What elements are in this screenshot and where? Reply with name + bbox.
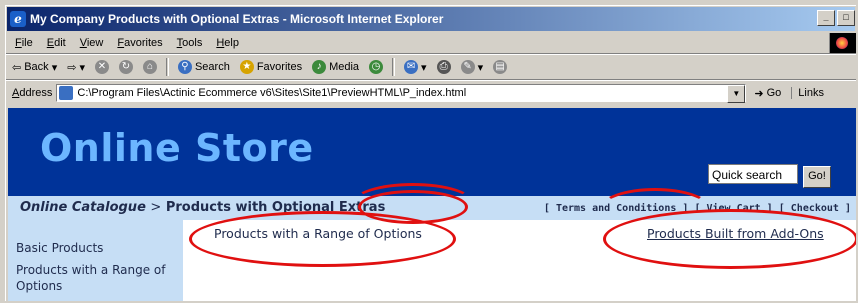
sidebar-item-range-of-options[interactable]: Products with a Range of Options (16, 262, 176, 294)
home-button[interactable]: ⌂ (139, 60, 161, 74)
menu-edit[interactable]: Edit (40, 37, 73, 49)
store-title: Online Store (40, 126, 314, 170)
separator (6, 79, 856, 81)
top-links: [ Terms and Conditions ] [ View Cart ] [… (544, 203, 851, 214)
menu-view[interactable]: View (73, 37, 111, 49)
menu-favorites[interactable]: Favorites (110, 37, 169, 49)
chevron-down-icon: ▾ (51, 61, 58, 74)
breadcrumb-bar: Online Catalogue > Products with Optiona… (8, 196, 856, 220)
toolbar: ⇦ Back ▾ ⇨ ▾ ✕ ↻ ⌂ ⚲ Search ★ Favorites … (8, 56, 511, 78)
menu-tools[interactable]: Tools (170, 37, 210, 49)
stop-button[interactable]: ✕ (91, 60, 113, 74)
address-bar: Address C:\Program Files\Actinic Ecommer… (8, 82, 856, 104)
home-icon: ⌂ (142, 60, 157, 74)
address-dropdown-button[interactable]: ▼ (727, 85, 746, 103)
window-controls: _ □ (817, 10, 855, 26)
edit-button[interactable]: ✎ ▾ (457, 60, 488, 74)
discuss-button[interactable]: ▤ (489, 60, 511, 74)
title-bar: e My Company Products with Optional Extr… (7, 7, 855, 31)
go-label: Go (766, 87, 782, 99)
favorites-button[interactable]: ★ Favorites (236, 60, 306, 74)
go-arrow-icon: ➜ (754, 87, 764, 100)
built-from-add-ons-link[interactable]: Products Built from Add-Ons (647, 226, 824, 241)
edit-icon: ✎ (460, 60, 475, 74)
menu-help[interactable]: Help (209, 37, 246, 49)
maximize-button[interactable]: □ (837, 10, 855, 26)
store-banner: Online Store Quick search Go! (8, 108, 856, 196)
chevron-down-icon: ▾ (79, 61, 85, 74)
favorites-label: Favorites (256, 61, 303, 73)
quick-search-go-button[interactable]: Go! (803, 166, 831, 188)
toolbar-separator (165, 58, 169, 76)
terms-link[interactable]: [ Terms and Conditions ] (544, 203, 689, 214)
sidebar-item-basic-products[interactable]: Basic Products (16, 240, 103, 256)
sidebar: Basic Products Products with a Range of … (8, 220, 183, 301)
page-content: Online Store Quick search Go! Online Cat… (8, 108, 856, 301)
media-label: Media (329, 61, 360, 73)
toolbar-separator (392, 58, 396, 76)
ie-logo-icon: e (10, 11, 26, 27)
print-icon: ⎙ (436, 60, 451, 74)
forward-button[interactable]: ⇨ ▾ (63, 61, 89, 74)
history-button[interactable]: ◷ (365, 60, 387, 74)
window-title: My Company Products with Optional Extras… (30, 12, 444, 26)
breadcrumb-root[interactable]: Online Catalogue (20, 200, 146, 215)
mail-button[interactable]: ✉ ▾ (400, 60, 431, 74)
back-label: Back (24, 61, 49, 73)
quick-search-input[interactable]: Quick search (708, 164, 798, 184)
address-url: C:\Program Files\Actinic Ecommerce v6\Si… (77, 87, 467, 99)
breadcrumb: Online Catalogue > Products with Optiona… (20, 200, 385, 215)
breadcrumb-current: Products with Optional Extras (165, 200, 386, 215)
chevron-down-icon: ▾ (421, 61, 427, 74)
search-label: Search (194, 61, 230, 73)
minimize-button[interactable]: _ (817, 10, 835, 26)
checkout-link[interactable]: [ Checkout ] (779, 203, 851, 214)
breadcrumb-separator: > (150, 200, 162, 215)
back-button[interactable]: ⇦ Back ▾ (8, 61, 61, 74)
go-button[interactable]: ➜ Go (754, 87, 781, 100)
media-icon: ♪ (312, 60, 327, 74)
forward-arrow-icon: ⇨ (67, 61, 77, 74)
chevron-down-icon: ▾ (477, 61, 484, 74)
favorites-icon: ★ (239, 60, 254, 74)
refresh-icon: ↻ (118, 60, 133, 74)
menu-file[interactable]: File (8, 37, 40, 49)
mail-icon: ✉ (404, 60, 419, 74)
stop-icon: ✕ (94, 60, 109, 74)
windows-brand-icon (829, 33, 856, 53)
print-button[interactable]: ⎙ (433, 60, 455, 74)
media-button[interactable]: ♪ Media (308, 60, 363, 74)
search-button[interactable]: ⚲ Search (174, 60, 234, 74)
browser-window: e My Company Products with Optional Extr… (5, 5, 856, 301)
address-input[interactable]: C:\Program Files\Actinic Ecommerce v6\Si… (56, 84, 747, 103)
history-icon: ◷ (369, 60, 384, 74)
menu-bar: File Edit View Favorites Tools Help (8, 34, 246, 52)
range-of-options-link[interactable]: Products with a Range of Options (214, 226, 422, 241)
search-icon: ⚲ (177, 60, 192, 74)
separator (6, 53, 856, 55)
view-cart-link[interactable]: [ View Cart ] (694, 203, 772, 214)
refresh-button[interactable]: ↻ (115, 60, 137, 74)
address-label: Address (12, 87, 53, 99)
back-arrow-icon: ⇦ (12, 61, 22, 74)
page-icon (59, 86, 74, 100)
links-button[interactable]: Links (791, 87, 824, 99)
discuss-icon: ▤ (493, 60, 508, 74)
